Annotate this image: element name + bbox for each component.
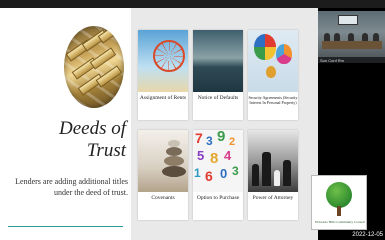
chess-image xyxy=(248,130,298,192)
top-bar xyxy=(0,0,385,8)
card-covenants: Covenants xyxy=(138,130,188,220)
card-label: Covenants xyxy=(151,195,175,201)
logo-text: Eldorado Hills Community Council xyxy=(314,220,366,224)
slide-title-line2: Trust xyxy=(86,140,126,161)
stones-image xyxy=(138,130,188,192)
council-logo: Eldorado Hills Community Council xyxy=(311,175,367,230)
card-option-to-purchase: 7 3 9 2 5 8 4 1 6 0 3 Option to Purchase xyxy=(193,130,243,220)
projector-screen xyxy=(338,15,358,25)
card-label: Security Agreements (Security Interest I… xyxy=(248,95,298,105)
card-label: Power of Attorney xyxy=(252,195,294,201)
numbers-image: 7 3 9 2 5 8 4 1 6 0 3 xyxy=(193,130,243,192)
presentation-slide: Deeds of Trust Lenders are adding additi… xyxy=(0,8,318,240)
slide-title-line1: Deeds of xyxy=(58,118,126,139)
card-label: Notice of Defaults xyxy=(197,95,239,101)
ferris-wheel-image xyxy=(138,30,188,92)
card-label: Option to Purchase xyxy=(196,195,240,201)
timestamp: 2022-12-05 17:22:18 xyxy=(352,232,383,238)
card-power-of-attorney: Power of Attorney xyxy=(248,130,298,220)
cards-panel: Assignment of Rents Notice of Defaults S… xyxy=(131,8,318,240)
card-notice-of-defaults: Notice of Defaults xyxy=(193,30,243,120)
balloons-image xyxy=(248,30,298,92)
camera-label: Sun Conf Rm xyxy=(318,57,385,64)
slide-subtitle: Lenders are adding additional titles und… xyxy=(15,177,128,197)
tree-icon xyxy=(326,182,352,208)
sea-image xyxy=(193,30,243,92)
card-label: Assignment of Rents xyxy=(139,95,187,101)
slide-title: Deeds of Trust xyxy=(14,118,126,162)
divider-line xyxy=(8,226,123,227)
card-assignment-of-rents: Assignment of Rents xyxy=(138,30,188,120)
card-security-agreements: Security Agreements (Security Interest I… xyxy=(248,30,298,120)
conference-table xyxy=(322,41,382,49)
camera-video-thumbnail[interactable] xyxy=(318,11,385,63)
gold-bars-image xyxy=(64,26,124,108)
